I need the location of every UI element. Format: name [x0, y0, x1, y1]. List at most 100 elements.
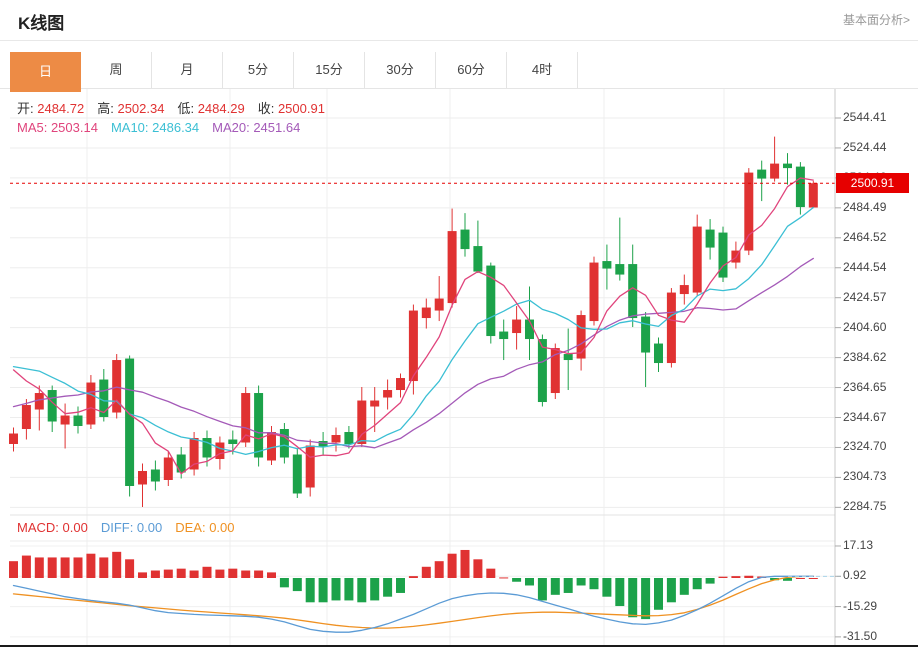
candle-body-up	[421, 307, 431, 319]
legend-item: MA20: 2451.64	[212, 120, 301, 135]
tab-周[interactable]: 周	[81, 52, 152, 88]
candle-body-up	[112, 360, 122, 413]
tab-60分[interactable]: 60分	[436, 52, 507, 88]
candle-body-down	[318, 441, 328, 448]
macd-bar-positive	[241, 570, 251, 578]
macd-bar-negative	[305, 578, 315, 603]
candle-body-up	[434, 298, 444, 311]
candle-body-down	[99, 379, 109, 418]
macd-bar-positive	[112, 551, 122, 578]
legend-item: 开: 2484.72	[17, 101, 85, 116]
candle-body-up	[550, 348, 560, 394]
macd-bar-negative	[512, 578, 522, 582]
candle-body-down	[254, 393, 264, 458]
candle-body-up	[679, 285, 689, 295]
macd-bar-negative	[292, 578, 302, 592]
candle-body-up	[241, 393, 251, 443]
macd-bar-positive	[499, 577, 509, 579]
ma-legend: MA5: 2503.14 MA10: 2486.34 MA20: 2451.64	[17, 120, 313, 135]
candle-body-down	[499, 331, 509, 340]
page-title: K线图	[18, 14, 65, 33]
candle-body-down	[757, 169, 767, 179]
candle-body-up	[396, 378, 405, 391]
legend-item: DEA: 0.00	[175, 520, 235, 535]
macd-bar-negative	[537, 578, 547, 601]
candle-body-up	[666, 292, 676, 364]
candle-body-down	[125, 358, 135, 486]
candle-body-down	[176, 454, 186, 473]
macd-bar-positive	[150, 570, 160, 578]
macd-bar-positive	[473, 559, 483, 578]
macd-bar-negative	[589, 578, 599, 590]
candle-body-up	[215, 442, 225, 460]
macd-bar-negative	[550, 578, 560, 595]
fundamental-analysis-link[interactable]: 基本面分析>	[843, 11, 910, 28]
current-price-badge: 2500.91	[836, 173, 909, 194]
macd-axis-label: 17.13	[843, 537, 874, 552]
macd-bar-negative	[563, 578, 573, 593]
candle-body-up	[86, 382, 96, 425]
candle-body-up	[808, 183, 818, 208]
macd-bar-negative	[705, 578, 715, 584]
tab-4时[interactable]: 4时	[507, 52, 578, 88]
candle-body-up	[267, 432, 276, 461]
price-axis-label: 2464.52	[843, 229, 887, 244]
legend-item: 收: 2500.91	[257, 101, 325, 116]
price-axis-label: 2544.41	[843, 110, 887, 124]
ohlc-legend: 开: 2484.72 高: 2502.34 低: 2484.29 收: 2500.91	[17, 98, 338, 117]
candle-body-up	[21, 405, 31, 430]
candle-body-up	[512, 319, 522, 334]
candle-body-up	[9, 433, 18, 445]
legend-item: DIFF: 0.00	[100, 520, 163, 535]
macd-bar-positive	[202, 566, 212, 578]
tab-30分[interactable]: 30分	[365, 52, 436, 88]
candle-body-up	[357, 400, 367, 445]
dea-line	[12, 575, 814, 629]
macd-bar-positive	[447, 553, 457, 578]
macd-bar-positive	[86, 553, 96, 578]
tab-日[interactable]: 日	[10, 52, 81, 92]
ma10-line	[12, 206, 814, 456]
ma20-line	[12, 257, 814, 449]
candle-body-down	[705, 229, 715, 248]
tab-5分[interactable]: 5分	[223, 52, 294, 88]
macd-bar-positive	[60, 557, 70, 578]
legend-item: MACD: 0.00	[17, 520, 88, 535]
macd-bar-positive	[34, 557, 44, 578]
header-divider	[0, 40, 918, 41]
candle-body-down	[150, 469, 160, 482]
macd-bar-positive	[254, 570, 264, 578]
candle-body-up	[34, 393, 44, 410]
macd-bar-positive	[808, 578, 818, 579]
macd-bar-negative	[318, 578, 328, 603]
legend-item: MA5: 2503.14	[17, 120, 98, 135]
price-axis-label: 2444.54	[843, 259, 887, 274]
price-axis-label: 2524.44	[843, 139, 887, 154]
candle-body-down	[279, 429, 289, 458]
macd-bar-negative	[344, 578, 354, 601]
candle-body-down	[718, 232, 728, 278]
macd-bar-positive	[744, 575, 754, 578]
macd-bar-positive	[228, 568, 238, 578]
macd-bar-positive	[795, 578, 805, 579]
candle-body-up	[163, 457, 173, 480]
macd-bar-positive	[73, 557, 83, 578]
price-axis-label: 2484.49	[843, 199, 887, 214]
candle-body-down	[73, 415, 83, 427]
macd-bar-negative	[615, 578, 625, 607]
macd-bar-negative	[679, 578, 689, 595]
macd-bar-positive	[125, 559, 135, 578]
macd-bar-negative	[628, 578, 638, 618]
macd-bar-negative	[641, 578, 651, 620]
tab-15分[interactable]: 15分	[294, 52, 365, 88]
macd-bar-positive	[189, 570, 199, 578]
candle-body-up	[138, 470, 147, 485]
ma5-line	[12, 177, 814, 475]
macd-bar-positive	[267, 572, 276, 578]
candle-body-down	[344, 432, 354, 445]
macd-bar-positive	[486, 568, 496, 578]
candle-body-down	[602, 261, 612, 269]
price-axis-label: 2424.57	[843, 289, 887, 304]
tab-月[interactable]: 月	[152, 52, 223, 88]
macd-bar-positive	[176, 568, 186, 578]
